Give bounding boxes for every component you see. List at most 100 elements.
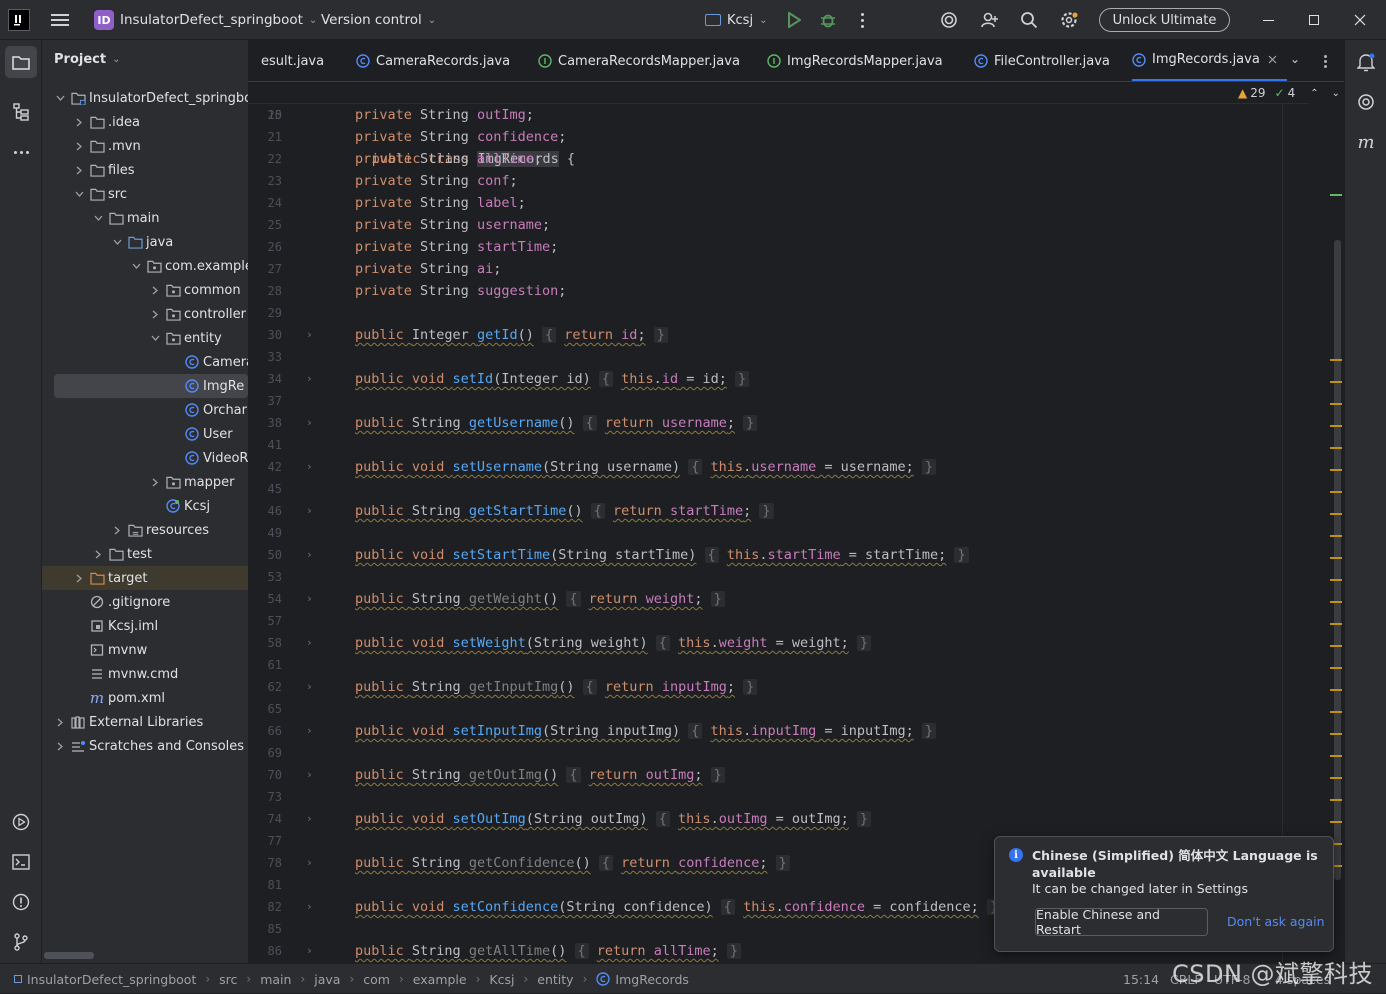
close-tab-icon[interactable] — [1268, 55, 1277, 64]
breadcrumb-item[interactable]: ImgRecords — [615, 972, 689, 987]
tree-row[interactable]: target — [42, 566, 248, 590]
git-branch-icon[interactable] — [5, 926, 37, 958]
tab-esult-java[interactable]: esult.java — [253, 40, 332, 81]
chevron-down-icon[interactable] — [54, 95, 66, 101]
code-line[interactable]: 57 — [248, 610, 1308, 632]
project-panel-header[interactable]: Project ⌄ — [54, 52, 120, 67]
breadcrumb-item[interactable]: java — [314, 972, 340, 987]
code-line[interactable]: 22 private String allTime; — [248, 148, 1308, 170]
chevron-down-icon[interactable] — [130, 263, 142, 269]
tree-row[interactable]: common — [42, 278, 248, 302]
warning-stripe-mark[interactable] — [1330, 403, 1342, 405]
chevron-right-icon[interactable] — [149, 310, 161, 319]
code-line[interactable]: 24 private String label; — [248, 192, 1308, 214]
tab-imgrecordsmapper-java[interactable]: ImgRecordsMapper.java — [759, 40, 951, 81]
code-line[interactable]: 28 private String suggestion; — [248, 280, 1308, 302]
chevron-right-icon[interactable] — [73, 118, 85, 127]
tree-row[interactable]: resources — [42, 518, 248, 542]
breadcrumb-item[interactable]: InsulatorDefect_springboot — [27, 972, 196, 987]
tree-row[interactable]: com.example — [42, 254, 248, 278]
fold-arrow-icon[interactable]: › — [306, 896, 313, 918]
chevron-right-icon[interactable] — [73, 574, 85, 583]
code-line[interactable]: 73 — [248, 786, 1308, 808]
fold-arrow-icon[interactable]: › — [306, 544, 313, 566]
fold-arrow-icon[interactable]: › — [306, 412, 313, 434]
code-line[interactable]: 25 private String username; — [248, 214, 1308, 236]
code-line[interactable]: 27 private String ai; — [248, 258, 1308, 280]
fold-arrow-icon[interactable]: › — [306, 808, 313, 830]
warning-stripe-mark[interactable] — [1330, 513, 1342, 515]
problems-icon[interactable] — [5, 886, 37, 918]
chevron-down-icon[interactable] — [73, 191, 85, 197]
settings-gear-icon[interactable] — [1057, 8, 1081, 32]
services-icon[interactable] — [5, 806, 37, 838]
tree-row[interactable]: src — [42, 182, 248, 206]
code-line[interactable]: 61 — [248, 654, 1308, 676]
fold-arrow-icon[interactable]: › — [306, 456, 313, 478]
warning-stripe-mark[interactable] — [1330, 733, 1342, 735]
tree-row[interactable]: test — [42, 542, 248, 566]
code-line[interactable]: 49 — [248, 522, 1308, 544]
warning-stripe-mark[interactable] — [1330, 359, 1342, 361]
tree-row[interactable]: mvnw.cmd — [42, 662, 248, 686]
chevron-right-icon[interactable] — [149, 286, 161, 295]
code-content[interactable]: 20 private String outImg; 21 private String… — [248, 104, 1328, 963]
warning-stripe-mark[interactable] — [1330, 535, 1342, 537]
warning-stripe-mark[interactable] — [1330, 601, 1342, 603]
tree-row[interactable]: files — [42, 158, 248, 182]
code-line[interactable]: 20 private String outImg; — [248, 104, 1308, 126]
main-menu-icon[interactable] — [48, 8, 72, 32]
warning-stripe-mark[interactable] — [1330, 689, 1342, 691]
dont-ask-again-link[interactable]: Don't ask again — [1227, 914, 1325, 929]
more-actions-icon[interactable] — [850, 8, 874, 32]
more-tool-windows-icon[interactable] — [5, 136, 37, 168]
tab-imgrecords-java[interactable]: ImgRecords.java — [1132, 40, 1287, 81]
caret-position[interactable]: 15:14 — [1123, 964, 1159, 994]
warning-stripe-mark[interactable] — [1330, 799, 1342, 801]
horizontal-scrollbar[interactable] — [44, 952, 94, 959]
code-line[interactable]: 66 public void setInputImg(String inputIm… — [248, 720, 1308, 742]
tree-row[interactable]: User — [42, 422, 248, 446]
warning-stripe-mark[interactable] — [1330, 821, 1342, 823]
unlock-ultimate-button[interactable]: Unlock Ultimate — [1099, 8, 1230, 32]
code-line[interactable]: 46 public String getStartTime() { return … — [248, 500, 1308, 522]
breadcrumb-item[interactable]: Kcsj — [489, 972, 514, 987]
code-line[interactable]: 58 public void setWeight(String weight) {… — [248, 632, 1308, 654]
code-line[interactable]: 30 public Integer getId() { return id; } › — [248, 324, 1308, 346]
warning-stripe-mark[interactable] — [1330, 579, 1342, 581]
tree-row[interactable]: m pom.xml — [42, 686, 248, 710]
code-line[interactable]: 74 public void setOutImg(String outImg) {… — [248, 808, 1308, 830]
tree-row[interactable]: Kcsj — [42, 494, 248, 518]
warning-stripe-mark[interactable] — [1330, 491, 1342, 493]
tree-row[interactable]: VideoR — [42, 446, 248, 470]
chevron-right-icon[interactable] — [54, 742, 66, 751]
editor-vertical-scrollbar[interactable] — [1334, 240, 1341, 880]
debug-icon[interactable] — [816, 8, 840, 32]
code-line[interactable]: 69 — [248, 742, 1308, 764]
chevron-right-icon[interactable] — [73, 166, 85, 175]
tree-row[interactable]: .gitignore — [42, 590, 248, 614]
code-line[interactable]: 23 private String conf; — [248, 170, 1308, 192]
minimize-window-icon[interactable] — [1256, 8, 1280, 32]
chevron-right-icon[interactable] — [111, 526, 123, 535]
warning-stripe-mark[interactable] — [1330, 623, 1342, 625]
code-line[interactable]: 21 private String confidence; — [248, 126, 1308, 148]
tree-row[interactable]: mvnw — [42, 638, 248, 662]
run-icon[interactable] — [782, 8, 806, 32]
code-line[interactable]: 29 — [248, 302, 1308, 324]
tree-row[interactable]: mapper — [42, 470, 248, 494]
search-icon[interactable] — [1017, 8, 1041, 32]
code-line[interactable]: 50 public void setStartTime(String startT… — [248, 544, 1308, 566]
code-line[interactable]: 65 — [248, 698, 1308, 720]
code-line[interactable]: 45 — [248, 478, 1308, 500]
tab-camerarecords-java[interactable]: CameraRecords.java — [348, 40, 518, 81]
warning-stripe-mark[interactable] — [1330, 667, 1342, 669]
chevron-down-icon[interactable] — [92, 215, 104, 221]
code-line[interactable]: 34 public void setId(Integer id) { this.i… — [248, 368, 1308, 390]
tree-row[interactable]: .idea — [42, 110, 248, 134]
chevron-right-icon[interactable] — [54, 718, 66, 727]
fold-arrow-icon[interactable]: › — [306, 588, 313, 610]
warning-stripe-mark[interactable] — [1330, 194, 1342, 196]
code-line[interactable]: 70 public String getOutImg() { return out… — [248, 764, 1308, 786]
chevron-right-icon[interactable] — [149, 478, 161, 487]
